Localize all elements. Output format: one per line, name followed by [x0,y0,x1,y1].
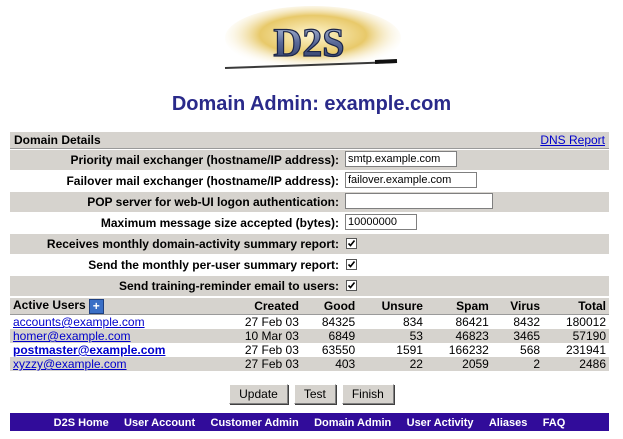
domain-report-checkbox[interactable] [346,238,357,249]
user-report-checkbox[interactable] [346,259,357,270]
table-row: accounts@example.com 27 Feb 03 84325 834… [10,315,609,329]
col-virus: Virus [491,298,544,315]
priority-mx-label: Priority mail exchanger (hostname/IP add… [70,153,339,167]
table-row: homer@example.com 10 Mar 03 6849 53 4682… [10,329,609,343]
unsure-cell: 834 [402,315,423,329]
finish-button[interactable]: Finish [341,384,394,404]
good-cell: 6849 [301,329,359,343]
pop-server-input[interactable] [345,193,493,209]
user-email-link[interactable]: postmaster@example.com [13,343,165,357]
col-spam: Spam [425,298,492,315]
test-button[interactable]: Test [293,384,336,404]
total-cell: 2486 [543,357,609,371]
col-unsure: Unsure [358,298,426,315]
created-cell: 27 Feb 03 [216,357,302,371]
domain-details-panel: Domain Details DNS Report Priority mail … [10,132,609,296]
total-cell: 57190 [543,329,609,343]
active-users-panel: Active Users + Created Good Unsure Spam V… [10,298,609,371]
priority-mx-row: Priority mail exchanger (hostname/IP add… [10,150,609,170]
pop-server-label: POP server for web-UI logon authenticati… [87,195,339,209]
spam-cell: 86421 [455,315,489,329]
unsure-cell: 53 [358,329,426,343]
training-reminder-checkbox[interactable] [346,280,357,291]
spam-cell: 166232 [448,343,489,357]
nav-domain-admin[interactable]: Domain Admin [314,417,391,429]
created-cell: 10 Mar 03 [216,329,302,343]
total-cell: 231941 [565,343,606,357]
bottom-nav: D2S Home User Account Customer Admin Dom… [10,413,609,431]
failover-mx-input[interactable] [345,172,477,188]
virus-cell: 3465 [491,329,544,343]
user-report-row: Send the monthly per-user summary report… [10,255,609,275]
created-cell: 27 Feb 03 [244,343,299,357]
good-cell: 63550 [321,343,356,357]
domain-report-row: Receives monthly domain-activity summary… [10,234,609,254]
plus-icon[interactable]: + [88,298,104,314]
action-buttons: Update Test Finish [0,384,623,404]
nav-user-activity[interactable]: User Activity [407,417,474,429]
total-cell: 180012 [565,315,606,329]
virus-cell: 8432 [513,315,541,329]
training-reminder-label: Send training-reminder email to users: [118,279,339,293]
good-cell: 84325 [321,315,356,329]
update-button[interactable]: Update [229,384,288,404]
unsure-cell: 1591 [396,343,423,357]
max-size-label: Maximum message size accepted (bytes): [100,216,339,230]
col-active-users: Active Users + [10,298,216,315]
d2s-logo: D2S [215,4,405,82]
domain-details-header: Domain Details DNS Report [10,132,609,149]
user-email-link[interactable]: homer@example.com [13,329,131,343]
col-total: Total [543,298,609,315]
dns-report-link[interactable]: DNS Report [540,132,605,148]
spam-cell: 2059 [425,357,492,371]
page-title: Domain Admin: example.com [171,93,452,115]
users-table-header: Active Users + Created Good Unsure Spam V… [10,298,609,315]
user-email-link[interactable]: accounts@example.com [13,315,145,329]
virus-cell: 2 [491,357,544,371]
users-table: Active Users + Created Good Unsure Spam V… [10,298,609,371]
table-row: xyzzy@example.com 27 Feb 03 403 22 2059 … [10,357,609,371]
failover-mx-row: Failover mail exchanger (hostname/IP add… [10,171,609,191]
failover-mx-label: Failover mail exchanger (hostname/IP add… [66,174,339,188]
table-row: postmaster@example.com 27 Feb 03 63550 1… [10,343,609,357]
col-good: Good [301,298,359,315]
priority-mx-input[interactable] [345,151,457,167]
spam-cell: 46823 [425,329,492,343]
nav-d2s-home[interactable]: D2S Home [54,417,109,429]
svg-text:D2S: D2S [273,20,344,65]
pop-server-row: POP server for web-UI logon authenticati… [10,192,609,212]
max-size-input[interactable] [345,214,417,230]
nav-customer-admin[interactable]: Customer Admin [211,417,299,429]
training-reminder-row: Send training-reminder email to users: [10,276,609,296]
domain-report-label: Receives monthly domain-activity summary… [46,237,339,251]
user-email-link[interactable]: xyzzy@example.com [13,357,127,371]
good-cell: 403 [301,357,359,371]
user-report-label: Send the monthly per-user summary report… [88,258,339,272]
domain-details-heading: Domain Details [14,133,101,147]
unsure-cell: 22 [358,357,426,371]
nav-aliases[interactable]: Aliases [489,417,528,429]
nav-user-account[interactable]: User Account [124,417,195,429]
created-cell: 27 Feb 03 [244,315,299,329]
col-created: Created [216,298,302,315]
max-size-row: Maximum message size accepted (bytes): [10,213,609,233]
nav-faq[interactable]: FAQ [543,417,566,429]
virus-cell: 568 [520,343,541,357]
